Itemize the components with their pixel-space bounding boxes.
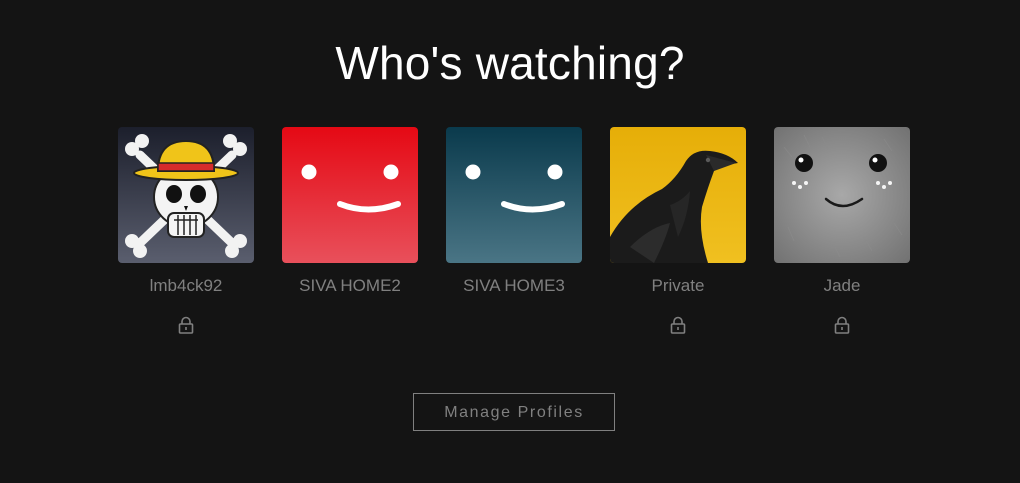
profile-name: SIVA HOME3 [463,276,565,295]
profile-jade[interactable]: Jade [760,127,924,334]
profile-gate: Who's watching? lmb4ck92 SIVA HOME2 SIVA… [0,0,1020,483]
lock-icon [670,316,686,334]
raven-icon [610,127,746,263]
profile-siva-home3[interactable]: SIVA HOME3 [432,127,596,297]
profile-avatar-teal-smiley[interactable] [446,127,582,263]
profile-siva-home2[interactable]: SIVA HOME2 [268,127,432,297]
profile-list: lmb4ck92 SIVA HOME2 SIVA HOME3 Private J… [0,127,1020,347]
profile-avatar-red-smiley[interactable] [282,127,418,263]
teal-smiley-icon [446,127,582,263]
profile-avatar-jolly-roger[interactable] [118,127,254,263]
lock-icon [178,316,194,334]
profile-private[interactable]: Private [596,127,760,334]
profile-name: Jade [823,276,861,295]
profile-avatar-grey-creature[interactable] [774,127,910,263]
profile-name: SIVA HOME2 [299,276,401,295]
manage-profiles-button[interactable]: Manage Profiles [413,393,615,431]
profile-name: Private [651,276,705,295]
red-smiley-icon [282,127,418,263]
profile-avatar-raven[interactable] [610,127,746,263]
page-title: Who's watching? [335,37,685,89]
jolly-roger-icon [118,127,254,263]
profile-lmb4ck92[interactable]: lmb4ck92 [104,127,268,334]
lock-icon [834,316,850,334]
profile-name: lmb4ck92 [149,276,223,295]
fluffy-creature-icon [774,127,910,263]
